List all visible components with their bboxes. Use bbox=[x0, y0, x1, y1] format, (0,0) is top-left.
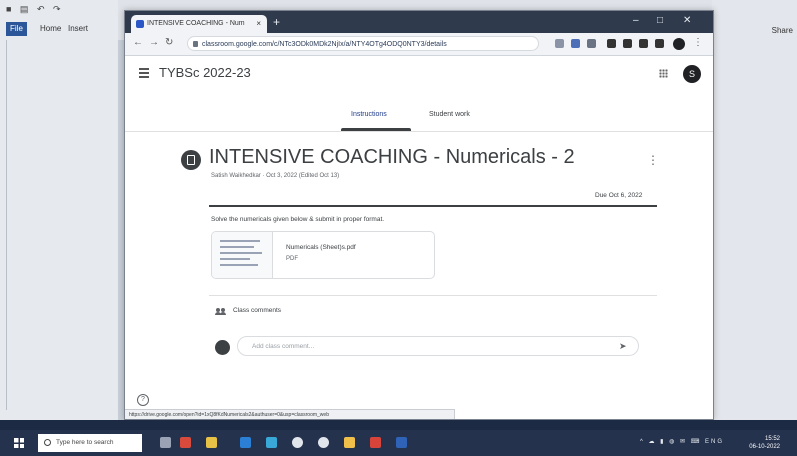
account-avatar[interactable]: S bbox=[683, 65, 701, 83]
browser-tab[interactable]: INTENSIVE COACHING - Num × bbox=[131, 15, 267, 33]
vertical-ruler bbox=[6, 40, 17, 410]
assignment-icon bbox=[181, 150, 201, 170]
classroom-favicon-icon bbox=[136, 20, 144, 28]
taskbar: Type here to search ^ ☁ ▮ ◍ ✉ ⌨ ENG 15:5… bbox=[0, 430, 797, 456]
share-button[interactable]: Share bbox=[772, 26, 793, 35]
title-divider bbox=[209, 205, 657, 207]
ribbon-tab-file[interactable]: File bbox=[6, 22, 27, 36]
chrome-icon[interactable] bbox=[292, 437, 303, 448]
active-tab-indicator bbox=[341, 128, 411, 131]
close-window-button[interactable]: ✕ bbox=[683, 16, 691, 26]
tab-instructions[interactable]: Instructions bbox=[351, 111, 387, 118]
lock-icon bbox=[193, 41, 198, 47]
tab-search-icon[interactable] bbox=[639, 39, 648, 48]
user-avatar bbox=[215, 340, 230, 355]
app-pinned-icon[interactable] bbox=[180, 437, 191, 448]
attachment-name: Numericals (Sheet)s.pdf bbox=[286, 244, 356, 251]
close-tab-icon[interactable]: × bbox=[256, 15, 261, 33]
tab-student-work[interactable]: Student work bbox=[429, 111, 470, 118]
class-title[interactable]: TYBSc 2022-23 bbox=[159, 65, 251, 80]
class-comments-label[interactable]: Class comments bbox=[233, 307, 281, 314]
background-app-right-panel bbox=[712, 0, 797, 420]
store-icon[interactable] bbox=[266, 437, 277, 448]
browser-tab-title: INTENSIVE COACHING - Num bbox=[147, 20, 245, 27]
browser-app-icon[interactable] bbox=[318, 437, 329, 448]
ribbon-tab-home[interactable]: Home bbox=[36, 22, 65, 36]
attachment-thumbnail bbox=[212, 232, 273, 278]
search-icon bbox=[44, 439, 51, 446]
address-toolbar: ← → ↻ classroom.google.com/c/NTc3ODk0MDk… bbox=[125, 33, 713, 56]
forward-button[interactable]: → bbox=[149, 38, 159, 48]
help-icon[interactable]: ? bbox=[137, 394, 149, 406]
bookmark-star-icon[interactable] bbox=[587, 39, 596, 48]
windows-start-icon[interactable] bbox=[14, 438, 24, 448]
people-icon bbox=[215, 308, 226, 315]
comments-divider bbox=[209, 295, 657, 296]
media-app-icon[interactable] bbox=[370, 437, 381, 448]
more-options-icon[interactable]: ⋮ bbox=[647, 153, 659, 167]
url-text: classroom.google.com/c/NTc3ODk0MDk2NjIx/… bbox=[202, 41, 447, 48]
file-explorer-icon[interactable] bbox=[206, 437, 217, 448]
back-button[interactable]: ← bbox=[133, 38, 143, 48]
address-bar[interactable]: classroom.google.com/c/NTc3ODk0MDk2NjIx/… bbox=[187, 36, 539, 51]
extension-icon[interactable] bbox=[571, 39, 580, 48]
downloads-icon[interactable] bbox=[623, 39, 632, 48]
google-apps-icon[interactable] bbox=[659, 69, 668, 78]
side-panel-icon[interactable] bbox=[655, 39, 664, 48]
tab-strip: INTENSIVE COACHING - Num × + – □ ✕ bbox=[125, 11, 713, 33]
maximize-button[interactable]: □ bbox=[657, 16, 663, 26]
attachment-type: PDF bbox=[286, 256, 298, 262]
attachment-card[interactable]: Numericals (Sheet)s.pdf PDF bbox=[211, 231, 435, 279]
clock-date: 06-10-2022 bbox=[749, 444, 780, 450]
folder-app-icon[interactable] bbox=[344, 437, 355, 448]
background-app-left-panel bbox=[0, 0, 118, 420]
due-date: Due Oct 6, 2022 bbox=[595, 192, 643, 199]
assignment-tabs: Instructions Student work bbox=[125, 101, 713, 132]
assignment-title: INTENSIVE COACHING - Numericals - 2 bbox=[209, 146, 575, 168]
extension-puzzle-icon[interactable] bbox=[607, 39, 616, 48]
system-tray[interactable]: ^ ☁ ▮ ◍ ✉ ⌨ ENG bbox=[640, 438, 724, 445]
reload-button[interactable]: ↻ bbox=[165, 38, 173, 48]
share-page-icon[interactable] bbox=[555, 39, 564, 48]
new-tab-button[interactable]: + bbox=[273, 16, 280, 28]
taskbar-search[interactable]: Type here to search bbox=[38, 434, 142, 452]
taskbar-search-placeholder: Type here to search bbox=[56, 439, 114, 446]
browser-menu-icon[interactable]: ⋮ bbox=[693, 38, 703, 48]
document-status-bar bbox=[0, 420, 797, 430]
task-view-icon[interactable] bbox=[160, 437, 171, 448]
browser-window: INTENSIVE COACHING - Num × + – □ ✕ ← → ↻… bbox=[124, 10, 714, 420]
link-status-bar: https://drive.google.com/open?id=1xQ8fKd… bbox=[125, 409, 455, 419]
class-comment-input[interactable]: Add class comment... bbox=[237, 336, 639, 356]
minimize-button[interactable]: – bbox=[633, 16, 639, 26]
assignment-meta: Satish Waikhedkar · Oct 3, 2022 (Edited … bbox=[211, 173, 340, 179]
main-menu-icon[interactable] bbox=[139, 68, 149, 80]
profile-avatar-icon[interactable] bbox=[673, 38, 685, 50]
edge-browser-icon[interactable] bbox=[240, 437, 251, 448]
assignment-description: Solve the numericals given below & submi… bbox=[211, 216, 385, 223]
clock-time: 15:52 bbox=[764, 436, 780, 442]
ribbon-tab-insert[interactable]: Insert bbox=[64, 22, 92, 36]
quick-access-icons[interactable]: ■ ▤ ↶ ↷ bbox=[6, 4, 64, 15]
word-app-icon[interactable] bbox=[396, 437, 407, 448]
classroom-header: TYBSc 2022-23 S bbox=[125, 56, 713, 90]
clock[interactable]: 15:52 06-10-2022 bbox=[740, 435, 780, 451]
send-icon[interactable]: ➤ bbox=[619, 341, 627, 352]
